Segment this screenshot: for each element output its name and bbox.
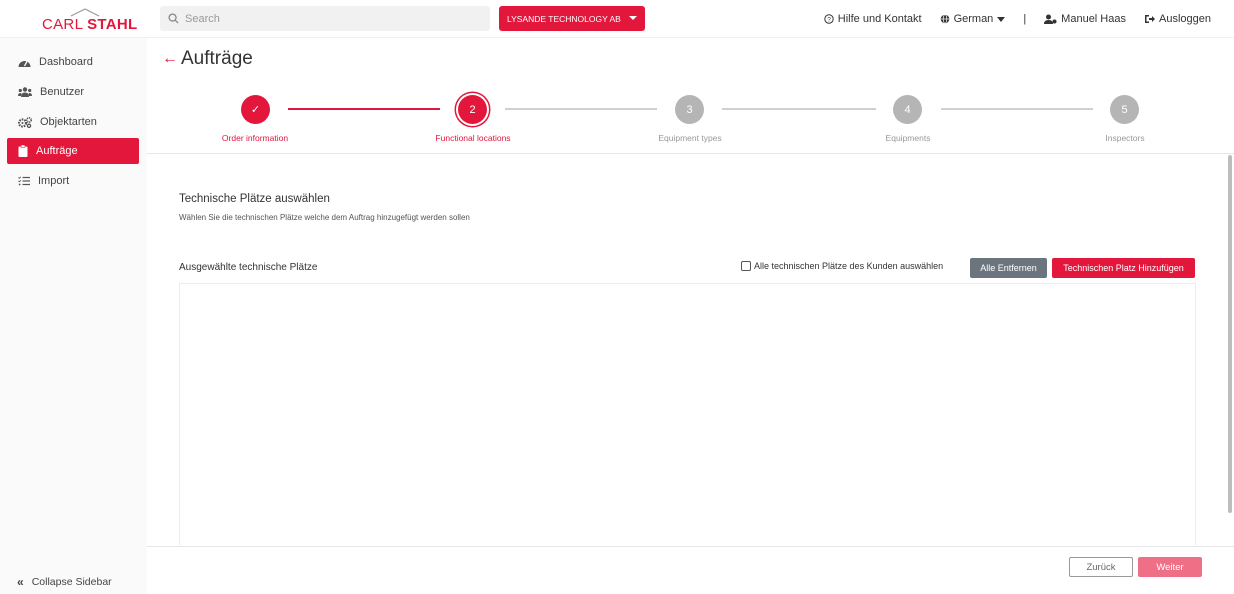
check-icon: ✓	[250, 104, 261, 116]
sidebar-item-objektarten[interactable]: Objektarten	[7, 109, 139, 135]
logo-text-stahl: STAHL	[87, 16, 138, 33]
user-name: Manuel Haas	[1061, 13, 1126, 25]
logo-text-carl: CARL	[42, 16, 83, 33]
sidebar-item-label: Import	[38, 175, 70, 187]
collapse-sidebar-button[interactable]: « Collapse Sidebar	[17, 575, 112, 589]
sidebar-item-auftraege[interactable]: Aufträge	[7, 138, 139, 164]
search-input[interactable]: Search	[160, 6, 490, 31]
nav-separator: |	[1023, 13, 1027, 25]
step-connector	[288, 108, 440, 110]
step-4-label: Equipments	[885, 133, 931, 143]
search-icon	[168, 13, 179, 24]
caret-down-icon	[629, 16, 637, 20]
sidebar-item-import[interactable]: Import	[7, 168, 139, 194]
page-title: Aufträge	[181, 48, 253, 69]
step-connector	[941, 108, 1093, 110]
question-circle-icon: ?	[824, 14, 834, 24]
help-label: Hilfe und Kontakt	[837, 13, 922, 25]
dashboard-icon	[18, 60, 31, 67]
sidebar-item-label: Objektarten	[40, 116, 97, 128]
caret-down-icon	[997, 16, 1006, 22]
step-3-indicator[interactable]: 3	[675, 95, 704, 124]
sidebar-item-dashboard[interactable]: Dashboard	[7, 49, 139, 75]
top-bar: CARL STAHL Search LYSANDE TECHNOLOGY AB …	[0, 0, 1234, 38]
step-1-label: Order information	[221, 133, 289, 143]
logout-link[interactable]: Ausloggen	[1144, 13, 1211, 25]
step-number: 4	[904, 103, 911, 116]
step-1-indicator[interactable]: ✓	[241, 95, 270, 124]
language-selector[interactable]: German	[940, 13, 1006, 25]
selected-locations-label: Ausgewählte technische Plätze	[179, 262, 318, 273]
section-title: Technische Plätze auswählen	[179, 193, 330, 205]
remove-all-button[interactable]: Alle Entfernen	[970, 258, 1047, 278]
step-connector	[505, 108, 657, 110]
company-name: LYSANDE TECHNOLOGY AB	[507, 13, 621, 24]
sign-out-icon	[1145, 15, 1155, 23]
step-5-indicator[interactable]: 5	[1110, 95, 1139, 124]
company-selector[interactable]: LYSANDE TECHNOLOGY AB	[499, 6, 645, 31]
users-icon	[18, 87, 32, 97]
step-2-label: Functional locations	[435, 133, 511, 143]
page-header: ← Aufträge	[162, 48, 253, 70]
top-nav: ? Hilfe und Kontakt German | Manuel Haas…	[806, 0, 1211, 38]
step-3-label: Equipment types	[658, 133, 722, 143]
step-connector	[722, 108, 876, 110]
add-location-button[interactable]: Technischen Platz Hinzufügen	[1052, 258, 1195, 278]
scrollbar[interactable]	[1228, 155, 1232, 513]
clipboard-icon	[18, 145, 28, 157]
globe-icon	[940, 14, 949, 24]
carl-stahl-logo[interactable]: CARL STAHL	[42, 8, 137, 33]
select-all-checkbox[interactable]: Alle technischen Plätze des Kunden auswä…	[741, 261, 943, 271]
list-icon	[18, 176, 30, 186]
logout-label: Ausloggen	[1159, 13, 1211, 25]
svg-text:?: ?	[827, 17, 831, 24]
order-stepper: ✓ 2 3 4 5 Order information Functional l…	[147, 88, 1234, 154]
user-cog-icon	[1044, 14, 1057, 24]
cogs-icon	[18, 116, 32, 128]
select-all-label: Alle technischen Plätze des Kunden auswä…	[754, 261, 944, 271]
step-number: 3	[686, 103, 693, 116]
checkbox-icon[interactable]	[741, 261, 751, 271]
arrow-left-icon[interactable]: ←	[162, 50, 178, 68]
next-button[interactable]: Weiter	[1138, 557, 1202, 577]
step-number: 5	[1121, 103, 1128, 116]
sidebar-item-benutzer[interactable]: Benutzer	[7, 79, 139, 105]
section-subtitle: Wählen Sie die technischen Plätze welche…	[179, 213, 470, 222]
collapse-sidebar-label: Collapse Sidebar	[31, 576, 112, 588]
step-2-indicator[interactable]: 2	[458, 95, 487, 124]
user-menu[interactable]: Manuel Haas	[1044, 13, 1126, 25]
search-placeholder: Search	[185, 12, 220, 25]
double-chevron-left-icon: «	[17, 575, 24, 589]
sidebar-item-label: Dashboard	[39, 56, 93, 68]
step-number: 2	[469, 103, 476, 116]
sidebar-item-label: Benutzer	[40, 86, 85, 98]
sidebar-item-label: Aufträge	[36, 145, 78, 157]
back-button[interactable]: Zurück	[1069, 557, 1133, 577]
step-4-indicator[interactable]: 4	[893, 95, 922, 124]
step-5-label: Inspectors	[1105, 133, 1145, 143]
language-label: German	[953, 13, 994, 25]
selected-locations-list	[179, 283, 1196, 545]
sidebar: Dashboard Benutzer Objektarten Aufträge …	[0, 38, 147, 594]
help-link[interactable]: ? Hilfe und Kontakt	[824, 13, 922, 25]
